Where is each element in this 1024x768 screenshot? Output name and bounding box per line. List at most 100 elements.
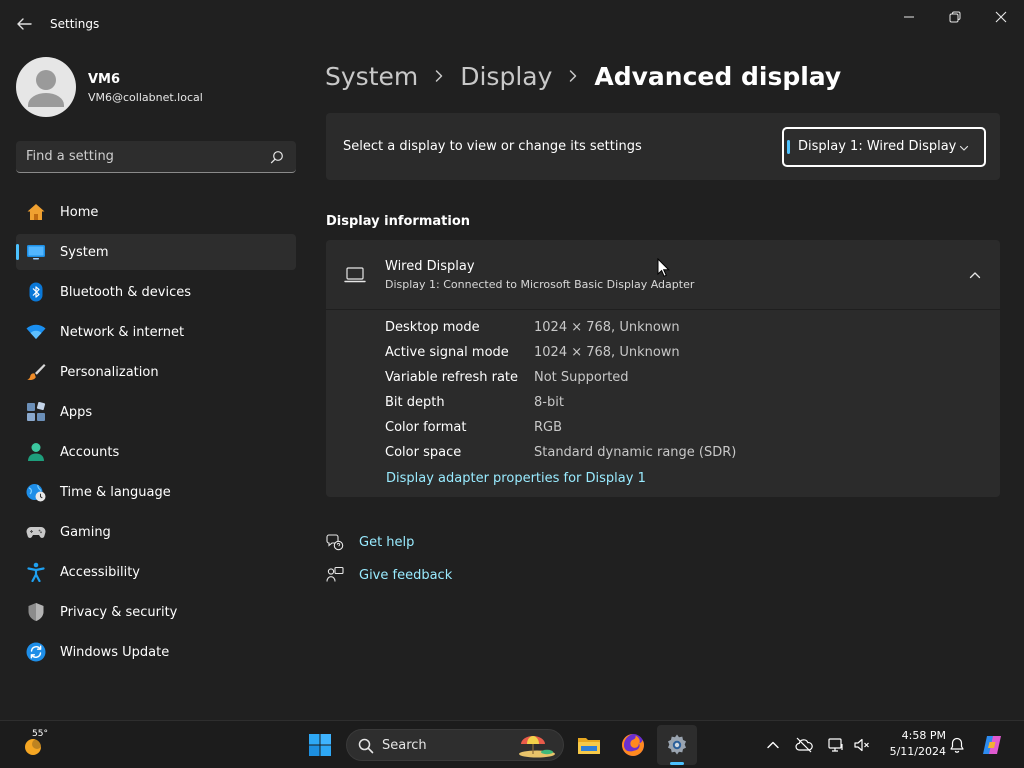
sidebar-item-label: Home [60, 205, 99, 220]
info-row-color-space: Color space Standard dynamic range (SDR) [385, 443, 945, 468]
info-value: 1024 × 768, Unknown [534, 320, 680, 335]
start-button[interactable] [300, 725, 340, 765]
file-explorer-button[interactable] [569, 725, 609, 765]
copilot-icon[interactable] [980, 733, 1004, 757]
sidebar-item-accessibility[interactable]: Accessibility [16, 554, 296, 590]
back-arrow-icon [17, 18, 32, 30]
sidebar-item-label: Bluetooth & devices [60, 285, 191, 300]
dropdown-accent [787, 140, 790, 154]
get-help-text: Get help [359, 535, 415, 550]
sidebar-item-network[interactable]: Network & internet [16, 314, 296, 350]
info-label: Variable refresh rate [385, 370, 519, 385]
chevron-down-icon [959, 145, 969, 151]
folder-icon [578, 738, 600, 754]
wifi-icon [26, 324, 46, 339]
display-select-card: Select a display to view or change its s… [326, 113, 1000, 180]
chevron-right-icon [435, 70, 443, 82]
settings-taskbar-button[interactable] [657, 725, 697, 765]
apps-icon [27, 402, 46, 421]
settings-search[interactable] [16, 141, 296, 173]
info-label: Color space [385, 445, 462, 460]
settings-window: Settings VM6 VM6@collabnet.local Find a … [0, 0, 1024, 720]
breadcrumb: System Display Advanced display [325, 58, 841, 94]
brush-icon [27, 364, 46, 380]
accounts-icon [28, 443, 44, 461]
restore-icon [949, 11, 961, 23]
sidebar-item-label: Apps [60, 405, 93, 420]
taskbar-search-label: Search [382, 738, 427, 753]
taskbar-clock[interactable]: 4:58 PM 5/11/2024 [880, 728, 946, 760]
sidebar-item-time-language[interactable]: Time & language [16, 474, 296, 510]
laptop-icon [344, 267, 366, 283]
restore-button[interactable] [932, 6, 978, 28]
info-value: Standard dynamic range (SDR) [534, 445, 737, 460]
section-heading-display-information: Display information [326, 214, 471, 229]
sidebar-item-apps[interactable]: Apps [16, 394, 296, 430]
feedback-icon [326, 566, 344, 582]
search-icon [270, 151, 283, 164]
info-row-variable-refresh-rate: Variable refresh rate Not Supported [385, 368, 945, 393]
info-label: Color format [385, 420, 467, 435]
breadcrumb-system[interactable]: System [325, 62, 418, 91]
sidebar-item-label: Accounts [60, 445, 120, 460]
sidebar-item-label: Privacy & security [60, 605, 178, 620]
firefox-button[interactable] [613, 725, 653, 765]
display-dropdown[interactable]: Display 1: Wired Display [782, 127, 986, 167]
page-title: Advanced display [594, 61, 842, 91]
weather-temp: 55° [32, 729, 48, 739]
display-adapter-properties-link[interactable]: Display adapter properties for Display 1 [386, 471, 646, 486]
sidebar-item-bluetooth[interactable]: Bluetooth & devices [16, 274, 296, 310]
beach-umbrella-icon [519, 736, 555, 758]
sidebar-item-windows-update[interactable]: Windows Update [16, 634, 296, 670]
close-button[interactable] [978, 6, 1024, 28]
info-value: Not Supported [534, 370, 629, 385]
info-row-desktop-mode: Desktop mode 1024 × 768, Unknown [385, 318, 945, 343]
close-icon [995, 11, 1007, 23]
sidebar-item-accounts[interactable]: Accounts [16, 434, 296, 470]
info-label: Desktop mode [385, 320, 480, 335]
network-monitor-icon[interactable] [827, 736, 845, 754]
display-select-prompt: Select a display to view or change its s… [343, 139, 642, 154]
avatar[interactable] [16, 57, 76, 117]
info-value: 8-bit [534, 395, 564, 410]
search-input[interactable] [26, 141, 266, 172]
sidebar-nav: Home System Bluetooth & devices Network … [16, 194, 296, 674]
gamepad-icon [26, 527, 46, 538]
sidebar-item-personalization[interactable]: Personalization [16, 354, 296, 390]
display-info-card: Wired Display Display 1: Connected to Mi… [326, 240, 1000, 497]
breadcrumb-display[interactable]: Display [460, 62, 552, 91]
globe-clock-icon [26, 484, 46, 502]
display-info-rows: Desktop mode 1024 × 768, Unknown Active … [385, 318, 945, 468]
chevron-up-icon[interactable] [764, 736, 782, 754]
search-icon [358, 738, 374, 754]
taskbar-search[interactable]: Search [346, 729, 564, 761]
display-name: Wired Display [385, 259, 475, 274]
back-button[interactable] [12, 12, 36, 36]
taskbar: 55° Search 4:58 PM 5/11/2024 [0, 720, 1024, 768]
sidebar-item-label: System [60, 245, 109, 260]
user-name: VM6 [88, 72, 121, 87]
chevron-up-icon[interactable] [968, 269, 982, 281]
help-chat-icon [326, 534, 344, 551]
minimize-button[interactable] [886, 6, 932, 28]
sidebar-item-label: Time & language [60, 485, 171, 500]
clock-date: 5/11/2024 [889, 745, 946, 758]
sidebar-item-system[interactable]: System [16, 234, 296, 270]
info-label: Active signal mode [385, 345, 509, 360]
volume-muted-icon[interactable] [853, 736, 871, 754]
sidebar-item-label: Network & internet [60, 325, 185, 340]
sidebar-item-home[interactable]: Home [16, 194, 296, 230]
dropdown-selected-value: Display 1: Wired Display [798, 139, 957, 154]
notification-bell-icon[interactable] [948, 736, 966, 754]
info-row-color-format: Color format RGB [385, 418, 945, 443]
info-label: Bit depth [385, 395, 445, 410]
onedrive-offline-icon[interactable] [795, 736, 813, 754]
clock-time: 4:58 PM [901, 729, 946, 742]
sidebar-item-privacy-security[interactable]: Privacy & security [16, 594, 296, 630]
shield-icon [28, 603, 44, 621]
sidebar-item-gaming[interactable]: Gaming [16, 514, 296, 550]
user-silhouette-icon [28, 70, 64, 107]
info-value: 1024 × 768, Unknown [534, 345, 680, 360]
sidebar-item-label: Gaming [60, 525, 111, 540]
give-feedback-text: Give feedback [359, 568, 453, 583]
